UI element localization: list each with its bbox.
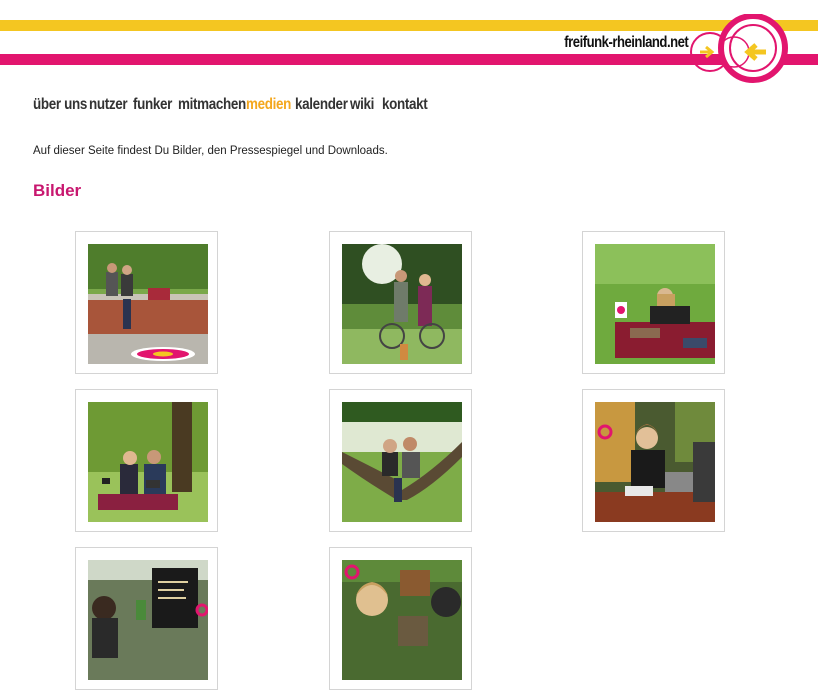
intro-text: Auf dieser Seite findest Du Bilder, den … [33,145,388,157]
photo-woman-on-blanket [595,244,715,364]
gallery-thumbnail[interactable] [582,231,725,374]
nav-item-ueber-uns[interactable]: über uns [33,94,87,116]
site-title[interactable]: freifunk-rheinland.net [561,33,692,53]
gallery-thumbnail[interactable] [75,389,218,532]
gallery-photo[interactable] [88,244,208,364]
gallery-photo[interactable] [88,402,208,522]
photo-couple-on-wall [88,244,208,364]
nav-item-kalender[interactable]: kalender [295,94,348,116]
photo-woman-at-cafe-table [595,402,715,522]
nav-item-wiki[interactable]: wiki [350,94,377,116]
gallery-thumbnail[interactable] [75,231,218,374]
nav-item-funker[interactable]: funker [133,94,172,116]
gallery-photo[interactable] [595,402,715,522]
gallery-photo[interactable] [342,560,462,680]
nav-item-mitmachen[interactable]: mitmachen [178,94,246,116]
nav-item-nutzer[interactable]: nutzer [89,94,128,116]
gallery-photo[interactable] [342,402,462,522]
photo-people-at-cafe [88,560,208,680]
photo-couple-on-tree-branch [342,402,462,522]
gallery-photo[interactable] [595,244,715,364]
gallery-thumbnail[interactable] [329,231,472,374]
gallery-thumbnail[interactable] [75,547,218,690]
gallery-thumbnail[interactable] [329,547,472,690]
photo-couple-with-bike [342,244,462,364]
nav-item-medien[interactable]: medien [246,94,291,116]
main-navigation: über uns nutzer funker mitmachen medien … [33,94,432,116]
photo-group-in-garden [342,560,462,680]
freifunk-logo-icon[interactable] [686,14,792,84]
nav-item-kontakt[interactable]: kontakt [382,94,428,116]
gallery-thumbnail[interactable] [582,389,725,532]
gallery-thumbnail[interactable] [329,389,472,532]
section-title-bilder: Bilder [33,181,82,200]
photo-couple-under-tree [88,402,208,522]
gallery-photo[interactable] [88,560,208,680]
gallery-photo[interactable] [342,244,462,364]
